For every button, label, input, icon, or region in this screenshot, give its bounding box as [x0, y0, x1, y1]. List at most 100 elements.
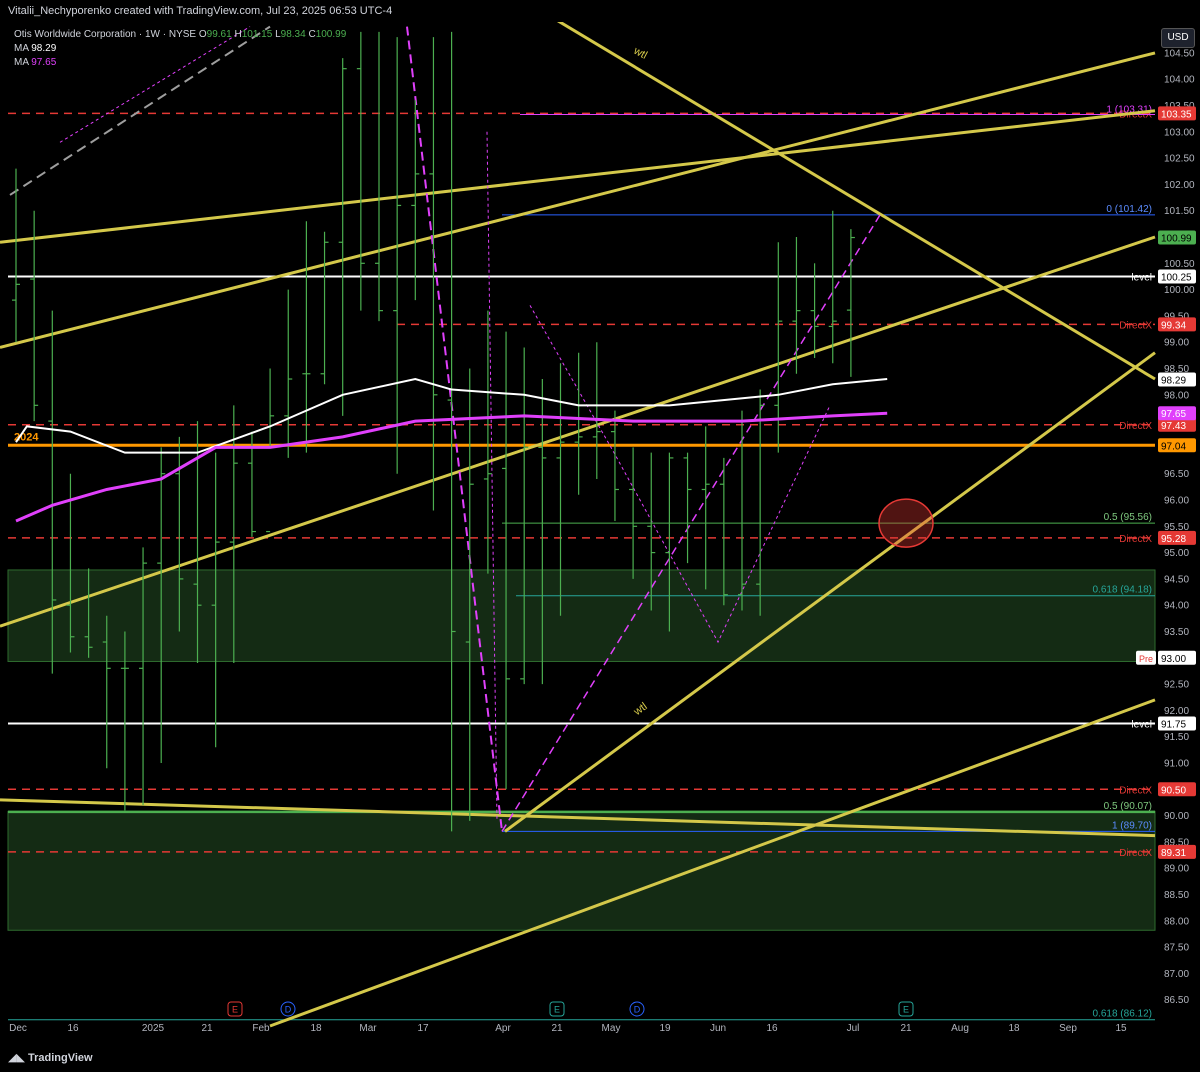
y-tick-label: 96.50 [1164, 469, 1189, 480]
y-tick-label: 88.00 [1164, 916, 1189, 927]
legend-high-label: H [234, 29, 242, 40]
fib-label: 0.618 (86.12) [1093, 1009, 1153, 1020]
price-chart[interactable]: DirectXDirectXDirectXDirectXDirectXDirec… [0, 22, 1200, 1044]
y-tick-label: 86.50 [1164, 995, 1189, 1006]
directx-price-tag-text: 99.34 [1161, 320, 1186, 331]
x-tick-label: 2025 [142, 1023, 165, 1034]
legend-ma2-row[interactable]: MA 97.65 [14, 56, 56, 69]
marker-text: E [903, 1005, 909, 1015]
price-tag-text: 100.99 [1161, 234, 1192, 245]
price-tag-text: 93.00 [1161, 654, 1186, 665]
x-tick-label: 18 [1008, 1023, 1020, 1034]
level-label: level [1131, 272, 1152, 283]
y-tick-label: 96.00 [1164, 496, 1189, 507]
legend-close-label: C [308, 29, 316, 40]
y-tick-label: 88.50 [1164, 890, 1189, 901]
x-tick-label: Apr [495, 1023, 511, 1034]
orange-price-tag-text: 97.04 [1161, 441, 1186, 452]
x-tick-label: Aug [951, 1023, 969, 1034]
directx-label: DirectX [1119, 320, 1152, 331]
legend-symbol-row: Otis Worldwide Corporation · 1W · NYSE O… [14, 28, 346, 41]
tradingview-brand: TradingView [27, 1052, 93, 1064]
marker-text: E [232, 1005, 238, 1015]
fib-label: 0.618 (94.18) [1093, 585, 1153, 596]
y-tick-label: 94.00 [1164, 601, 1189, 612]
x-tick-label: 21 [900, 1023, 912, 1034]
legend-ma1-value: 98.29 [31, 43, 57, 54]
y-tick-label: 87.00 [1164, 969, 1189, 980]
directx-price-tag-text: 89.31 [1161, 848, 1186, 859]
y-tick-label: 93.50 [1164, 627, 1189, 638]
currency-button[interactable]: USD [1161, 28, 1195, 48]
legend-ma1-row[interactable]: MA 98.29 [14, 42, 56, 55]
legend-ma1-label: MA [14, 43, 29, 54]
y-tick-label: 103.00 [1164, 127, 1195, 138]
legend-open-label: O [198, 29, 207, 40]
directx-label: DirectX [1119, 421, 1152, 432]
x-tick-label: 15 [1115, 1023, 1127, 1034]
tradingview-logo: ◢◣ TradingView [8, 1051, 93, 1064]
earnings-marker: E [549, 1001, 565, 1017]
x-tick-label: 18 [310, 1023, 322, 1034]
x-tick-label: Dec [9, 1023, 27, 1034]
y-tick-label: 100.50 [1164, 259, 1195, 270]
legend-high: 101.15 [241, 29, 273, 40]
directx-price-tag-text: 97.43 [1161, 421, 1186, 432]
x-tick-label: Jun [710, 1023, 726, 1034]
dividend-marker: D [280, 1001, 296, 1017]
x-tick-label: Mar [359, 1023, 377, 1034]
x-tick-label: Feb [252, 1023, 270, 1034]
legend-ma2-value: 97.65 [31, 57, 57, 68]
legend-low: 98.34 [280, 29, 306, 40]
fib-label: 0.5 (95.56) [1104, 512, 1152, 523]
premarket-tag-text: Pre [1139, 654, 1153, 664]
directx-label: DirectX [1119, 534, 1152, 545]
price-tag-text: 98.29 [1161, 376, 1186, 387]
legend-close: 100.99 [315, 29, 347, 40]
dividend-marker: D [629, 1001, 645, 1017]
support-zone [7, 569, 1156, 662]
x-tick-label: 17 [417, 1023, 429, 1034]
y-tick-label: 95.00 [1164, 548, 1189, 559]
y-tick-label: 90.00 [1164, 811, 1189, 822]
marker-text: E [554, 1005, 560, 1015]
fib-label: 1 (89.70) [1112, 820, 1152, 831]
earnings-marker: E [227, 1001, 243, 1017]
chart-header: Vitalii_Nechyporenko created with Tradin… [0, 0, 1200, 22]
y-tick-label: 98.00 [1164, 390, 1189, 401]
tradingview-logo-icon: ◢◣ [8, 1052, 28, 1064]
y-tick-label: 91.00 [1164, 759, 1189, 770]
y-tick-label: 92.00 [1164, 706, 1189, 717]
x-tick-label: Sep [1059, 1023, 1077, 1034]
level-price-tag-text: 100.25 [1161, 272, 1192, 283]
x-tick-label: 16 [766, 1023, 778, 1034]
highlight-circle [878, 498, 934, 548]
y-tick-label: 89.00 [1164, 864, 1189, 875]
legend-open: 99.61 [206, 29, 232, 40]
x-tick-label: May [602, 1023, 621, 1034]
marker-text: D [634, 1005, 641, 1015]
earnings-marker: E [898, 1001, 914, 1017]
y-tick-label: 91.50 [1164, 732, 1189, 743]
x-tick-label: 19 [659, 1023, 671, 1034]
y-tick-label: 102.00 [1164, 180, 1195, 191]
directx-label: DirectX [1119, 785, 1152, 796]
y-tick-label: 99.00 [1164, 338, 1189, 349]
legend-ma2-label: MA [14, 57, 29, 68]
year-2024-label: 2024 [14, 431, 39, 443]
y-tick-label: 104.50 [1164, 48, 1195, 59]
directx-price-tag-text: 95.28 [1161, 534, 1186, 545]
y-tick-label: 94.50 [1164, 574, 1189, 585]
level-price-tag-text: 91.75 [1161, 720, 1186, 731]
x-tick-label: 21 [551, 1023, 563, 1034]
directx-price-tag-text: 90.50 [1161, 785, 1186, 796]
fib-label: 0.5 (90.07) [1104, 801, 1152, 812]
y-tick-label: 104.00 [1164, 75, 1195, 86]
fib-label: 0 (101.42) [1106, 204, 1152, 215]
x-tick-label: 21 [201, 1023, 213, 1034]
directx-label: DirectX [1119, 848, 1152, 859]
y-tick-label: 102.50 [1164, 154, 1195, 165]
y-tick-label: 92.50 [1164, 680, 1189, 691]
chart-footer: ◢◣ TradingView [0, 1044, 1200, 1072]
directx-price-tag-text: 103.35 [1161, 109, 1192, 120]
